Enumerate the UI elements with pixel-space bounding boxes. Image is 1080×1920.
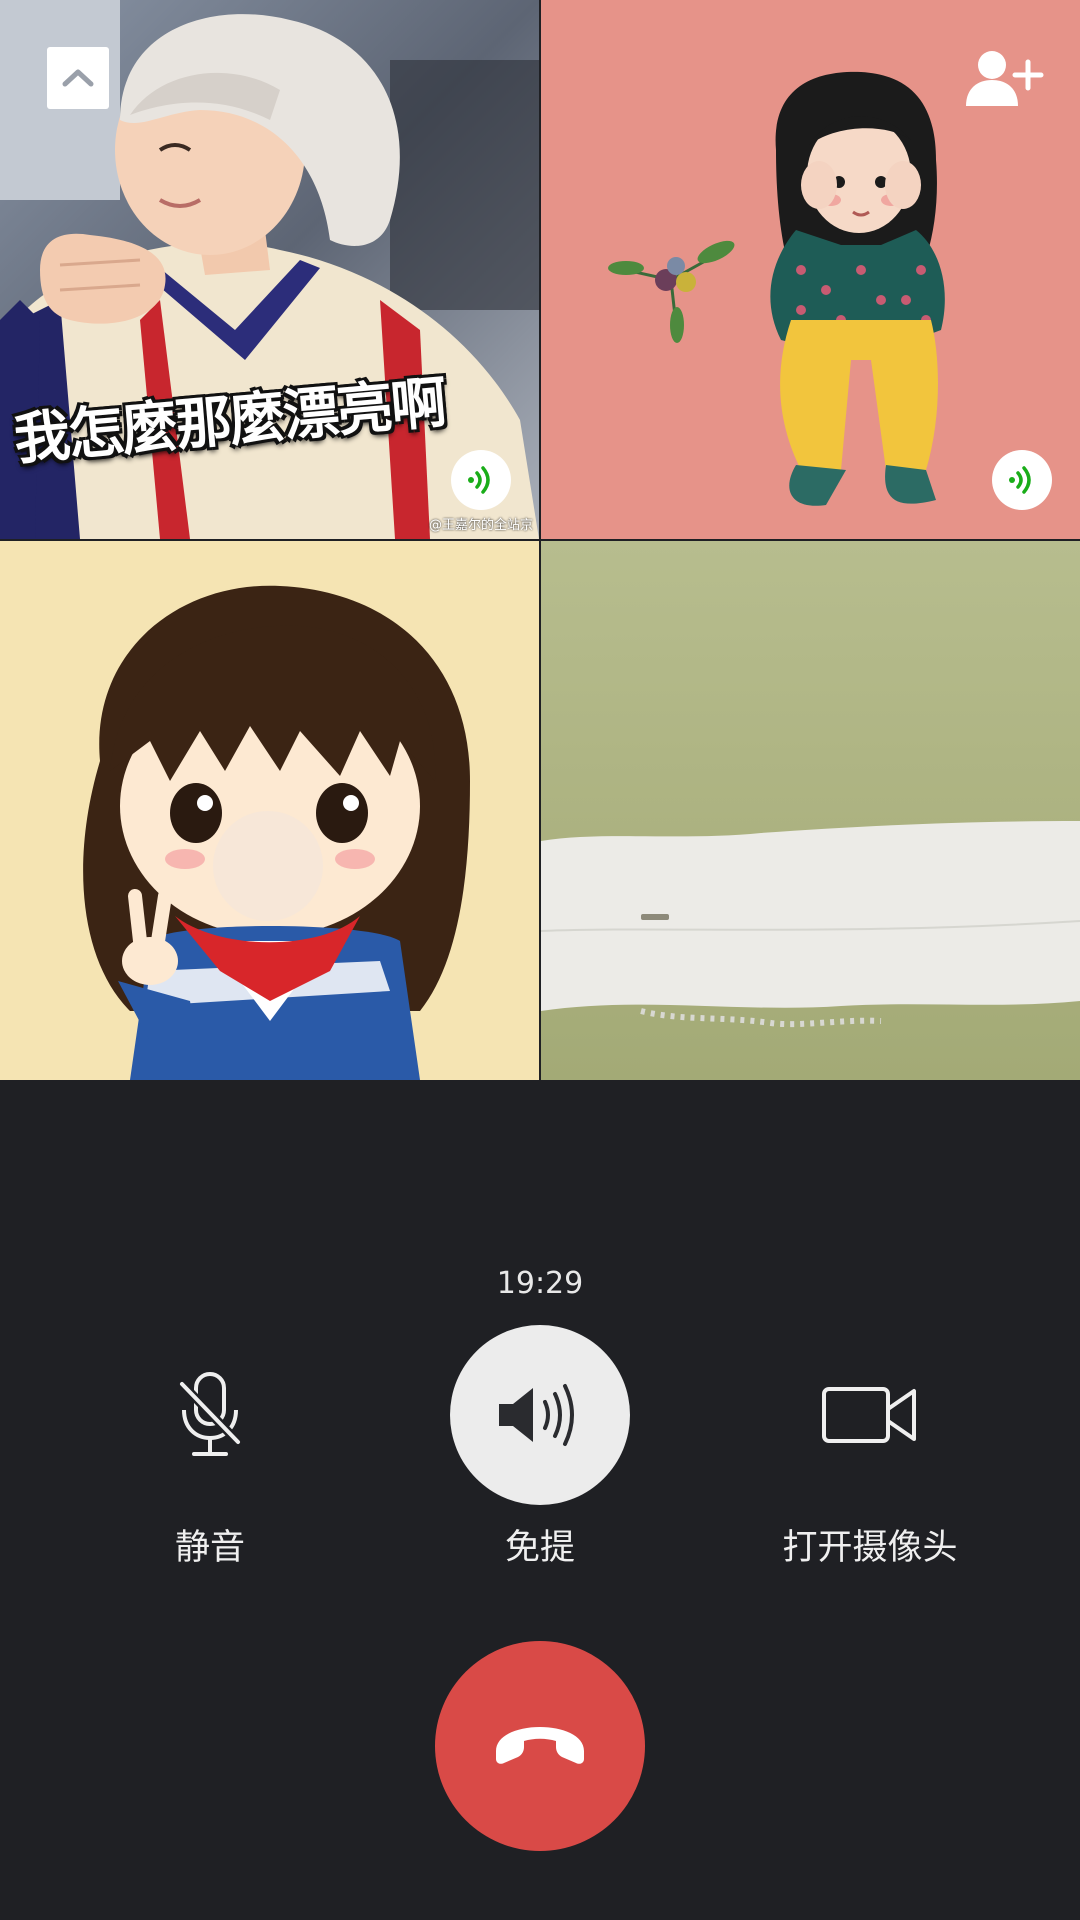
- participant-tile-1[interactable]: 我怎麼那麼漂亮啊 @王嘉尔的全站京: [0, 0, 539, 539]
- participant-3-avatar: [0, 541, 539, 1080]
- participant-tile-4[interactable]: [541, 541, 1080, 1080]
- add-member-button[interactable]: [962, 48, 1044, 108]
- speaker-label: 免提: [504, 1528, 575, 1568]
- speaking-indicator-icon: [992, 450, 1052, 510]
- hang-up-button[interactable]: [435, 1641, 645, 1851]
- hang-up-icon: [496, 1727, 584, 1764]
- video-camera-icon: [822, 1387, 916, 1443]
- participant-tile-2[interactable]: [541, 0, 1080, 539]
- speaker-button[interactable]: 免提: [360, 1325, 720, 1568]
- speaking-indicator-icon: [451, 450, 511, 510]
- participant-4-avatar: [541, 541, 1080, 1080]
- camera-button[interactable]: 打开摄像头: [690, 1325, 1050, 1568]
- call-timer: 19:29: [496, 1266, 584, 1301]
- add-person-icon: [966, 51, 1044, 106]
- chevron-up-icon: [62, 69, 94, 87]
- participant-grid: 我怎麼那麼漂亮啊 @王嘉尔的全站京: [0, 0, 1080, 1080]
- speaker-button-icon-area[interactable]: [450, 1325, 630, 1505]
- collapse-button[interactable]: [47, 47, 109, 109]
- mute-button[interactable]: 静音: [30, 1325, 390, 1568]
- camera-button-icon-area[interactable]: [780, 1325, 960, 1505]
- microphone-off-icon: [178, 1372, 242, 1456]
- speaker-icon: [499, 1384, 574, 1446]
- mute-label: 静音: [174, 1528, 245, 1568]
- camera-label: 打开摄像头: [782, 1528, 958, 1568]
- participant-1-watermark: @王嘉尔的全站京: [428, 518, 533, 533]
- participant-tile-3[interactable]: [0, 541, 539, 1080]
- mute-button-icon-area[interactable]: [120, 1325, 300, 1505]
